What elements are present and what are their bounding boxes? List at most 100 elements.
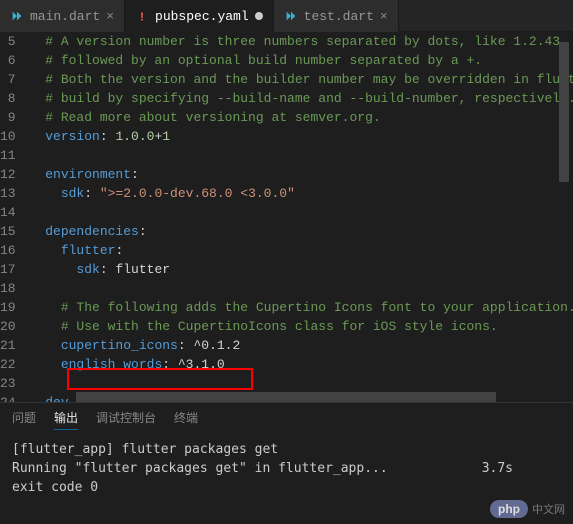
timing-value: 3.7s (482, 459, 513, 478)
code-token: environment (45, 167, 131, 182)
vertical-scrollbar-thumb[interactable] (559, 42, 569, 182)
code-area[interactable]: # A version number is three numbers sepa… (30, 32, 573, 402)
close-icon[interactable]: × (380, 9, 388, 24)
tab-label: main.dart (30, 9, 100, 24)
php-logo-icon: php (490, 500, 528, 518)
line-number: 8 (0, 89, 16, 108)
code-token: version (45, 129, 100, 144)
code-editor[interactable]: 56789101112131415161718192021222324 # A … (0, 32, 573, 402)
code-line[interactable]: # Both the version and the builder numbe… (30, 70, 573, 89)
tab-label: pubspec.yaml (155, 9, 249, 24)
code-token: : (84, 186, 100, 201)
yaml-file-icon: ! (135, 9, 149, 23)
svg-text:!: ! (138, 10, 145, 23)
code-token: # Use with the CupertinoIcons class for … (61, 319, 498, 334)
code-token: : (100, 262, 116, 277)
bottom-panel: 问题输出调试控制台终端 [flutter_app] flutter packag… (0, 402, 573, 524)
terminal-line: [flutter_app] flutter packages get (12, 440, 561, 459)
code-line[interactable]: # A version number is three numbers sepa… (30, 32, 573, 51)
code-token: : (178, 338, 194, 353)
code-line[interactable]: version: 1.0.0+1 (30, 127, 573, 146)
code-line[interactable]: english_words: ^3.1.0 (30, 355, 573, 374)
code-token: # A version number is three numbers sepa… (45, 34, 560, 49)
line-number: 11 (0, 146, 16, 165)
panel-tab[interactable]: 问题 (12, 409, 36, 430)
line-number: 22 (0, 355, 16, 374)
code-token: : (139, 224, 147, 239)
line-number: 23 (0, 374, 16, 393)
line-number: 19 (0, 298, 16, 317)
line-number: 21 (0, 336, 16, 355)
terminal-line: Running "flutter packages get" in flutte… (12, 459, 561, 478)
watermark: php 中文网 (490, 500, 565, 518)
code-token: flutter (115, 262, 170, 277)
code-line[interactable]: # Use with the CupertinoIcons class for … (30, 317, 573, 336)
code-token: : (100, 129, 116, 144)
code-token: sdk (61, 186, 84, 201)
line-number-gutter: 56789101112131415161718192021222324 (0, 32, 30, 402)
line-number: 6 (0, 51, 16, 70)
code-token: # build by specifying --build-name and -… (45, 91, 573, 106)
code-line[interactable] (30, 279, 573, 298)
code-line[interactable] (30, 146, 573, 165)
code-line[interactable]: flutter: (30, 241, 573, 260)
code-line[interactable]: dependencies: (30, 222, 573, 241)
tab-pubspec-yaml[interactable]: ! pubspec.yaml (125, 0, 274, 32)
vertical-scrollbar[interactable] (561, 32, 571, 402)
code-token: : (162, 357, 178, 372)
watermark-text: 中文网 (532, 501, 565, 517)
code-line[interactable]: environment: (30, 165, 573, 184)
unsaved-indicator-icon (255, 12, 263, 20)
code-token: english_words (61, 357, 162, 372)
code-line[interactable] (30, 203, 573, 222)
panel-tab[interactable]: 调试控制台 (96, 409, 156, 430)
line-number: 15 (0, 222, 16, 241)
code-line[interactable]: sdk: flutter (30, 260, 573, 279)
code-token: : (131, 167, 139, 182)
horizontal-scrollbar[interactable] (76, 392, 573, 402)
code-token: # Read more about versioning at semver.o… (45, 110, 380, 125)
line-number: 17 (0, 260, 16, 279)
dart-file-icon (284, 9, 298, 23)
line-number: 13 (0, 184, 16, 203)
code-token: sdk (76, 262, 99, 277)
code-line[interactable]: sdk: ">=2.0.0-dev.68.0 <3.0.0" (30, 184, 573, 203)
line-number: 12 (0, 165, 16, 184)
line-number: 18 (0, 279, 16, 298)
line-number: 24 (0, 393, 16, 402)
tab-main-dart[interactable]: main.dart × (0, 0, 125, 32)
code-token: flutter (61, 243, 116, 258)
code-token: 1.0.0 (115, 129, 154, 144)
code-line[interactable]: # The following adds the Cupertino Icons… (30, 298, 573, 317)
code-token: ">=2.0.0-dev.68.0 <3.0.0" (100, 186, 295, 201)
horizontal-scrollbar-thumb[interactable] (76, 392, 496, 402)
code-token: 1 (162, 129, 170, 144)
line-number: 16 (0, 241, 16, 260)
code-token: : (115, 243, 123, 258)
line-number: 5 (0, 32, 16, 51)
code-token: dependencies (45, 224, 139, 239)
code-line[interactable]: # Read more about versioning at semver.o… (30, 108, 573, 127)
tab-bar: main.dart ×! pubspec.yaml test.dart × (0, 0, 573, 32)
panel-output[interactable]: [flutter_app] flutter packages getRunnin… (0, 434, 573, 524)
terminal-line: exit code 0 (12, 478, 561, 497)
panel-tab[interactable]: 输出 (54, 409, 78, 430)
code-token: ^0.1.2 (193, 338, 240, 353)
code-token: # The following adds the Cupertino Icons… (61, 300, 573, 315)
tab-label: test.dart (304, 9, 374, 24)
dart-file-icon (10, 9, 24, 23)
line-number: 20 (0, 317, 16, 336)
panel-tab-bar: 问题输出调试控制台终端 (0, 403, 573, 434)
close-icon[interactable]: × (106, 9, 114, 24)
panel-tab[interactable]: 终端 (174, 409, 198, 430)
code-line[interactable]: # followed by an optional build number s… (30, 51, 573, 70)
code-token: # Both the version and the builder numbe… (45, 72, 573, 87)
code-line[interactable]: cupertino_icons: ^0.1.2 (30, 336, 573, 355)
code-token: # followed by an optional build number s… (45, 53, 482, 68)
line-number: 9 (0, 108, 16, 127)
line-number: 10 (0, 127, 16, 146)
tab-test-dart[interactable]: test.dart × (274, 0, 399, 32)
code-line[interactable]: # build by specifying --build-name and -… (30, 89, 573, 108)
code-line[interactable] (30, 374, 573, 393)
code-token: ^3.1.0 (178, 357, 225, 372)
